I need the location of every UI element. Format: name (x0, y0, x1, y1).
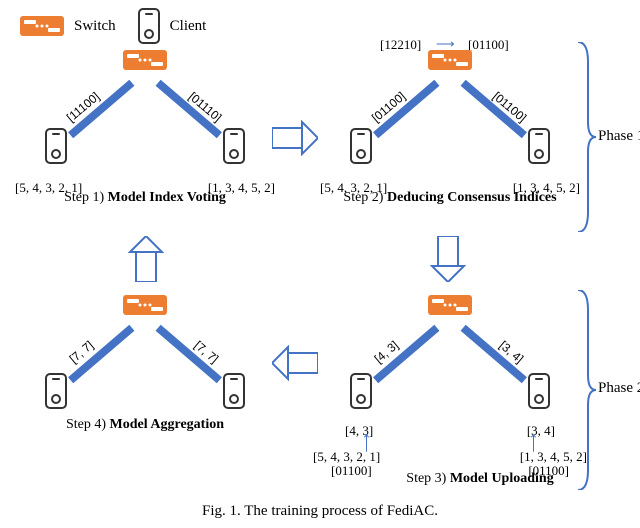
phase1-label: Phase 1 (598, 128, 640, 145)
figure-caption: Fig. 1. The training process of FediAC. (0, 503, 640, 520)
top-a: [12210] (380, 37, 421, 53)
client-left-data: [5, 4, 3, 2, 1] (15, 180, 82, 196)
client-icon (45, 373, 67, 409)
switch-icon (123, 295, 167, 315)
mask-left: [01100] (331, 463, 372, 479)
edge-left: [4, 3] (372, 338, 401, 366)
legend-switch-label: Switch (74, 18, 116, 35)
client-right-data: [1, 3, 4, 5, 2] (513, 180, 580, 196)
step2: [12210] ⟶ [01100] [01100] [01100] [5, 4,… (335, 50, 565, 206)
flow-arrow-left (272, 345, 318, 381)
edge-right: [01100] (490, 89, 529, 125)
client-icon (223, 373, 245, 409)
flow-arrow-up (128, 236, 164, 282)
switch-icon (428, 50, 472, 70)
switch-icon (20, 16, 64, 36)
client-icon (223, 128, 245, 164)
client-icon (528, 128, 550, 164)
legend: Switch Client (20, 8, 206, 44)
edge-left: [01100] (369, 89, 408, 125)
edge-right: [01110] (186, 89, 224, 124)
brace-icon (578, 42, 596, 232)
phase2-label: Phase 2 (598, 380, 640, 397)
switch-icon (123, 50, 167, 70)
step3: [4, 3] [3, 4] [4, 3] [3, 4] ⟶ ⟶ [5, 4, 3… (335, 295, 565, 487)
flow-arrow-down (430, 236, 466, 282)
edge-right: [7, 7] (192, 338, 221, 366)
flow-arrow-right (272, 120, 318, 156)
client-icon (138, 8, 160, 44)
client-icon (45, 128, 67, 164)
top-b: [01100] (468, 37, 509, 53)
client-left-data: [5, 4, 3, 2, 1] (320, 180, 387, 196)
client-icon (528, 373, 550, 409)
client-icon (350, 128, 372, 164)
mask-right: [01100] (528, 463, 569, 479)
edge-left: [7, 7] (67, 338, 96, 366)
step1: [11100] [01110] [5, 4, 3, 2, 1] [1, 3, 4… (30, 50, 260, 206)
step4: [7, 7] [7, 7] Step 4) Model Aggregation (30, 295, 260, 433)
client-right-data: [1, 3, 4, 5, 2] (208, 180, 275, 196)
legend-client-label: Client (170, 18, 207, 35)
brace-icon (578, 290, 596, 490)
client-icon (350, 373, 372, 409)
switch-icon (428, 295, 472, 315)
edge-left: [11100] (64, 89, 102, 124)
edge-right: [3, 4] (497, 338, 526, 366)
step4-label: Step 4) Model Aggregation (30, 417, 260, 433)
